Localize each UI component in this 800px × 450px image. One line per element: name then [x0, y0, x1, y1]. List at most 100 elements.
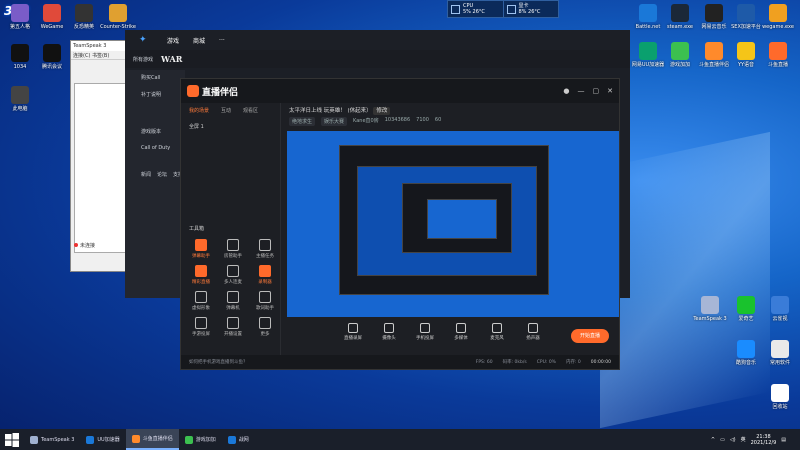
- source-toolbar: 直播录屏 摄像头 手机投屏 多媒体 麦克风 扬声器: [341, 323, 545, 341]
- all-games-tab[interactable]: 所有游戏: [133, 56, 153, 63]
- desktop-icon-desktop_right-4[interactable]: wegame.exe: [760, 4, 796, 30]
- tool-icon: [259, 291, 271, 303]
- desktop-icon-desktop_right-1[interactable]: steam.exe: [662, 4, 698, 30]
- taskbar-app-icon: [227, 435, 236, 444]
- launcher-nav-shop[interactable]: 商城: [193, 36, 205, 45]
- source-button[interactable]: 多媒体: [449, 323, 473, 341]
- source-label: 手机投屏: [416, 336, 434, 341]
- desktop-icon-desktop_right-8[interactable]: YY语音: [728, 42, 764, 68]
- desktop-icon-desktop_left-5[interactable]: 腾讯会议: [34, 44, 70, 70]
- battlenet-logo-icon[interactable]: ✦: [139, 35, 153, 45]
- source-button[interactable]: 直播录屏: [341, 323, 365, 341]
- douyu-live-window[interactable]: 直播伴侣 ● — ▢ ✕ 我的场景 互动 观看区 全屏 1 工具箱 弹幕助手 房管…: [180, 78, 620, 370]
- desktop-icon-desktop_right-6[interactable]: 游戏加加: [662, 42, 698, 68]
- desktop-icon-desktop_right-10[interactable]: TeamSpeak 3: [692, 296, 728, 322]
- tray-chevron-icon[interactable]: ^: [711, 437, 715, 443]
- close-icon[interactable]: ✕: [607, 87, 613, 95]
- ime-indicator[interactable]: 英: [741, 436, 746, 443]
- toolbox-item[interactable]: 手游投屏: [187, 317, 215, 337]
- launcher-topbar: ✦ 游戏 商城 ···: [125, 30, 630, 50]
- toolbox-item[interactable]: 房管助手: [219, 239, 247, 259]
- toolbox-item[interactable]: 歌词助手: [251, 291, 279, 311]
- volume-icon[interactable]: ◁): [730, 437, 736, 443]
- avatar[interactable]: ●: [563, 87, 569, 95]
- launcher-subbar: 所有游戏 WAR: [125, 50, 630, 68]
- desktop-icon-desktop_right-0[interactable]: Battle.net: [630, 4, 666, 30]
- tool-label: 弹幕助手: [192, 254, 210, 259]
- go-live-button[interactable]: 开始直播: [571, 329, 609, 343]
- desktop-icon-desktop_left-1[interactable]: WeGame: [34, 4, 70, 30]
- desktop-icon-desktop_right-2[interactable]: 网易云音乐: [696, 4, 732, 30]
- tab-interaction[interactable]: 互动: [221, 107, 231, 114]
- news-link[interactable]: 新闻: [141, 171, 151, 178]
- taskbar-item[interactable]: 斗鱼直播伴侣: [125, 429, 179, 450]
- cpu-icon: [451, 4, 460, 14]
- taskbar-item[interactable]: 战网: [222, 429, 255, 450]
- app-icon: [769, 4, 787, 22]
- toolbox-item[interactable]: 弹幕助手: [187, 239, 215, 259]
- teamspeak-server-tree[interactable]: [74, 83, 131, 253]
- game-version-select[interactable]: Call of Duty: [141, 145, 185, 151]
- app-icon: [769, 42, 787, 60]
- source-button[interactable]: 扬声器: [521, 323, 545, 341]
- desktop-icon-label: steam.exe: [666, 24, 694, 30]
- scene-item[interactable]: 全屏 1: [189, 123, 204, 130]
- desktop-icon-desktop_right-14[interactable]: 常用软件: [762, 340, 798, 366]
- tool-icon: [227, 291, 239, 303]
- desktop-icon-desktop_right-3[interactable]: SEX加速平台: [728, 4, 764, 30]
- desktop-icon-desktop_left-2[interactable]: 反恐精英: [66, 4, 102, 30]
- desktop-icon-desktop_right-11[interactable]: 爱奇艺: [728, 296, 764, 322]
- app-icon: [737, 296, 755, 314]
- douyu-footer: 如何把手机游戏直播到斗鱼？ FPS: 60 码率: 0kb/s CPU: 0% …: [181, 355, 619, 369]
- desktop-icon-desktop_left-4[interactable]: 1034: [2, 44, 38, 70]
- help-tip[interactable]: 如何把手机游戏直播到斗鱼？: [189, 359, 248, 365]
- clock-date: 2021/12/9: [750, 439, 777, 446]
- minimize-icon[interactable]: —: [578, 87, 585, 95]
- notification-icon[interactable]: ▤: [781, 437, 786, 443]
- tab-my-scenes[interactable]: 我的场景: [189, 107, 209, 114]
- toolbox-item[interactable]: 虚拟形象: [187, 291, 215, 311]
- launcher-nav-games[interactable]: 游戏: [167, 36, 179, 45]
- toolbox-item[interactable]: 多人连麦: [219, 265, 247, 285]
- buy-call-link[interactable]: 购买Call: [141, 74, 185, 81]
- toolbox-item[interactable]: 录制器: [251, 265, 279, 285]
- taskbar-item[interactable]: UU加速器: [80, 429, 125, 450]
- toolbox-item[interactable]: 主播任务: [251, 239, 279, 259]
- forum-link[interactable]: 论坛: [157, 171, 167, 178]
- desktop-icon-desktop_right-13[interactable]: 酷狗音乐: [728, 340, 764, 366]
- source-button[interactable]: 手机投屏: [413, 323, 437, 341]
- windows-start-icon[interactable]: [4, 432, 20, 448]
- desktop-icon-desktop_right-12[interactable]: 云雀视: [762, 296, 798, 322]
- desktop-icon-desktop_left-3[interactable]: Counter-Strike: [100, 4, 136, 30]
- toolbox-item[interactable]: 开播设置: [219, 317, 247, 337]
- desktop-icon-desktop_right-5[interactable]: 网易UU加速器: [630, 42, 666, 68]
- desktop-icon-desktop_right-9[interactable]: 斗鱼直播: [760, 42, 796, 68]
- app-icon: [705, 4, 723, 22]
- room-edit-button[interactable]: 修改: [373, 107, 391, 115]
- desktop-icon-desktop_right-15[interactable]: 回收站: [762, 384, 798, 410]
- taskbar-item[interactable]: 游戏加加: [179, 429, 222, 450]
- desktop-icon-desktop_left-0[interactable]: 第五人格: [2, 4, 38, 30]
- tool-icon: [259, 317, 271, 329]
- app-icon: [771, 340, 789, 358]
- maximize-icon[interactable]: ▢: [593, 87, 600, 95]
- taskbar-app-icon: [184, 435, 193, 444]
- desktop-icon-desktop_right-7[interactable]: 斗鱼直播伴侣: [696, 42, 732, 68]
- source-button[interactable]: 麦克风: [485, 323, 509, 341]
- tool-label: 主播任务: [256, 254, 274, 259]
- desktop-icon-desktop_left-6[interactable]: 此电脑: [2, 86, 38, 112]
- source-button[interactable]: 摄像头: [377, 323, 401, 341]
- app-icon: [43, 44, 61, 62]
- network-icon[interactable]: ▭: [720, 437, 725, 443]
- tab-viewers[interactable]: 观看区: [243, 107, 258, 114]
- toolbox-item[interactable]: 弹幕机: [219, 291, 247, 311]
- toolbox-item[interactable]: 精彩直播: [187, 265, 215, 285]
- tool-icon: [227, 265, 239, 277]
- clock[interactable]: 21:38 2021/12/9: [751, 434, 777, 446]
- taskbar-item[interactable]: TeamSpeak 3: [24, 429, 80, 450]
- toolbox-item[interactable]: 更多: [251, 317, 279, 337]
- patch-notes-link[interactable]: 补丁说明: [141, 91, 185, 98]
- launcher-nav-more[interactable]: ···: [219, 37, 225, 44]
- warzone-tab[interactable]: WAR: [161, 54, 182, 64]
- tool-icon: [195, 265, 207, 277]
